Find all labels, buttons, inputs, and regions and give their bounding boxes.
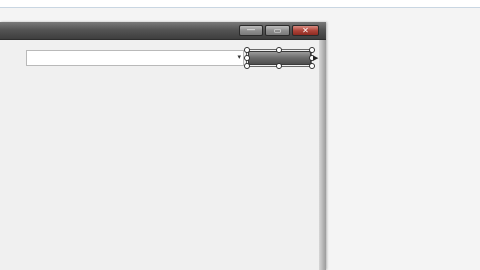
close-icon: ✕ <box>302 26 309 35</box>
resize-handle-se[interactable] <box>309 63 315 69</box>
resize-handle-s[interactable] <box>276 63 282 69</box>
window-right-border <box>319 40 326 270</box>
resize-handle-nw[interactable] <box>244 47 250 53</box>
window-titlebar[interactable]: — ▭ ✕ <box>0 22 326 40</box>
smart-tag-arrow-icon[interactable]: ▶ <box>313 54 318 62</box>
chevron-down-icon[interactable]: ▾ <box>237 53 241 61</box>
maximize-icon: ▭ <box>273 26 282 35</box>
close-button[interactable]: ✕ <box>292 25 319 36</box>
resize-handle-ne[interactable] <box>309 47 315 53</box>
resize-handle-n[interactable] <box>276 47 282 53</box>
top-strip <box>0 0 480 8</box>
maximize-button[interactable]: ▭ <box>265 25 290 36</box>
minimize-icon: — <box>247 25 255 34</box>
combo-box[interactable]: ▾ <box>26 50 244 66</box>
resize-handle-w[interactable] <box>244 55 250 61</box>
form-window: — ▭ ✕ ▾ ▶ <box>0 22 326 270</box>
resize-handle-sw[interactable] <box>244 63 250 69</box>
minimize-button[interactable]: — <box>239 25 263 36</box>
